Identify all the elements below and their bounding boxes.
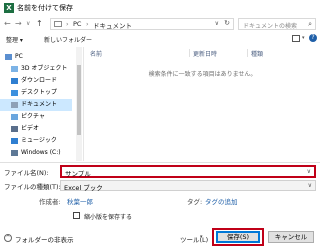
- search-input[interactable]: ドキュメントの検索: [243, 21, 297, 30]
- filename-dropdown-icon[interactable]: ∨: [307, 168, 311, 175]
- filetype-value: Excel ブック: [64, 184, 103, 192]
- recent-locations-icon[interactable]: ∨: [26, 19, 30, 29]
- up-arrow-icon[interactable]: ↑: [36, 19, 43, 29]
- column-header-type[interactable]: 種類: [251, 49, 263, 58]
- column-header-modified[interactable]: 更新日時: [193, 49, 217, 58]
- sidebar-item-desktop[interactable]: デスクトップ: [0, 87, 72, 99]
- back-arrow-icon[interactable]: ←: [4, 19, 11, 29]
- window-title: 名前を付けて保存: [17, 4, 73, 12]
- view-options-icon[interactable]: [292, 35, 300, 42]
- navigation-bar: ← → ∨ ↑ › PC › ドキュメント ∨ ↻ ドキュメントの検索 ⌕: [0, 17, 320, 31]
- sidebar-item-pc[interactable]: PC: [0, 51, 72, 63]
- refresh-icon[interactable]: ↻: [224, 19, 230, 27]
- save-button[interactable]: 保存(S): [216, 231, 260, 243]
- pc-icon: [5, 53, 12, 60]
- sidebar-item-label: ビデオ: [21, 125, 40, 132]
- excel-icon: X: [4, 3, 14, 13]
- sidebar-item-label: Windows (C:): [21, 149, 61, 156]
- author-label: 作成者:: [39, 198, 61, 206]
- help-icon[interactable]: ?: [309, 34, 317, 42]
- column-divider[interactable]: [189, 49, 190, 57]
- sidebar-item-3d-objects[interactable]: 3D オブジェクト: [0, 63, 72, 75]
- search-box[interactable]: ドキュメントの検索 ⌕: [238, 18, 316, 30]
- filetype-dropdown-icon[interactable]: ∨: [308, 182, 312, 189]
- command-bar: 整理 ▾ 新しいフォルダー ▾ ?: [0, 33, 320, 45]
- save-thumbnail-label: 縮小版を保存する: [84, 214, 133, 221]
- author-value[interactable]: 秋葉一郎: [67, 196, 93, 206]
- divider: [0, 162, 320, 163]
- tools-dropdown-icon[interactable]: ▾: [200, 234, 203, 240]
- forward-arrow-icon[interactable]: →: [15, 19, 22, 29]
- filename-input[interactable]: サンプル: [65, 168, 91, 178]
- sidebar-item-label: ダウンロード: [21, 77, 58, 84]
- folder-icon: [54, 21, 62, 27]
- address-dropdown-icon[interactable]: ∨: [215, 20, 219, 27]
- hide-folders-link[interactable]: フォルダーの非表示: [15, 234, 74, 244]
- documents-icon: [11, 101, 18, 108]
- new-folder-button[interactable]: 新しいフォルダー: [44, 35, 92, 44]
- sidebar-item-label: ドキュメント: [21, 101, 58, 108]
- windows-c-icon: [11, 149, 18, 156]
- navigation-pane: PC 3D オブジェクト ダウンロード デスクトップ ドキュメント ピクチャビデオミュージ…: [0, 47, 84, 161]
- address-segment-pc[interactable]: PC: [73, 20, 81, 28]
- pictures-icon: [11, 113, 18, 120]
- empty-message: 検索条件に一致する項目はありません。: [148, 71, 257, 78]
- sidebar-item-pictures[interactable]: ピクチャ: [0, 111, 72, 123]
- sidebar-item-label: ピクチャ: [21, 113, 45, 120]
- column-divider[interactable]: [247, 49, 248, 57]
- sidebar-item-documents[interactable]: ドキュメント: [0, 99, 72, 111]
- 3d-objects-icon: [11, 65, 18, 72]
- organize-menu[interactable]: 整理 ▾: [6, 35, 23, 44]
- address-segment-documents[interactable]: ドキュメント: [93, 20, 132, 30]
- tools-menu[interactable]: ツール(L): [180, 234, 208, 244]
- sidebar-item-music[interactable]: ミュージック: [0, 135, 72, 147]
- address-separator: ›: [66, 20, 69, 28]
- music-icon: [11, 137, 18, 144]
- title-bar: X 名前を付けて保存: [0, 0, 320, 16]
- sidebar-item-label: ミュージック: [21, 137, 57, 144]
- address-bar[interactable]: › PC › ドキュメント ∨ ↻: [50, 18, 234, 30]
- cancel-button[interactable]: キャンセル: [268, 231, 314, 243]
- sidebar-item-windows-c[interactable]: Windows (C:): [0, 147, 72, 159]
- tags-input[interactable]: タグの追加: [205, 196, 238, 206]
- chevron-up-icon[interactable]: ^: [4, 234, 12, 242]
- column-header-name[interactable]: 名前: [90, 49, 102, 58]
- filetype-select[interactable]: Excel ブック ∨: [60, 180, 316, 192]
- sidebar-item-label: PC: [15, 53, 23, 60]
- file-list: 名前 更新日時 種類 検索条件に一致する項目はありません。: [85, 47, 320, 161]
- address-separator: ›: [86, 20, 89, 28]
- filename-field[interactable]: サンプル ∨: [60, 165, 316, 178]
- sidebar-item-label: デスクトップ: [21, 89, 58, 96]
- tags-label: タグ:: [187, 198, 203, 206]
- desktop-icon: [11, 89, 18, 96]
- videos-icon: [11, 125, 18, 132]
- sidebar-scrollbar[interactable]: [76, 47, 82, 161]
- sidebar-item-downloads[interactable]: ダウンロード: [0, 75, 72, 87]
- save-thumbnail-checkbox[interactable]: [73, 212, 80, 219]
- filename-label: ファイル名(N):: [4, 169, 49, 177]
- sidebar-item-videos[interactable]: ビデオ: [0, 123, 72, 135]
- sidebar-scroll-thumb[interactable]: [77, 65, 81, 135]
- filetype-label: ファイルの種類(T):: [4, 183, 61, 191]
- sidebar-item-label: 3D オブジェクト: [21, 65, 68, 72]
- view-dropdown-icon[interactable]: ▾: [302, 35, 305, 41]
- downloads-icon: [11, 77, 18, 84]
- search-icon: ⌕: [308, 20, 312, 28]
